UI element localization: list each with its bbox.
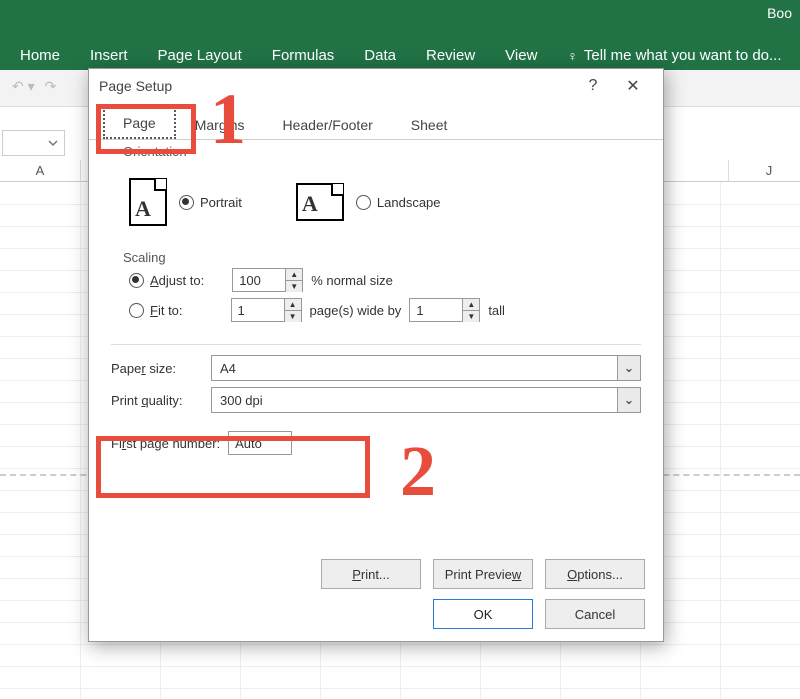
fit-tail-label: tall [488, 303, 505, 318]
first-page-label: First page number: [111, 436, 220, 451]
tab-insert[interactable]: Insert [90, 47, 128, 64]
chevron-down-icon[interactable]: ▼ [286, 281, 302, 292]
landscape-page-icon: A [296, 183, 344, 221]
options-button[interactable]: Options... [545, 559, 645, 589]
adjust-percent-input[interactable]: 100 ▲▼ [232, 268, 303, 292]
tab-header-footer[interactable]: Header/Footer [264, 110, 392, 139]
paper-size-label: Paper size: [111, 361, 203, 376]
fit-height-value: 1 [410, 303, 462, 318]
adjust-to-label: Adjust to: [150, 273, 204, 288]
tab-formulas[interactable]: Formulas [272, 47, 335, 64]
first-page-value: Auto [235, 436, 262, 451]
chevron-down-icon: ⌄ [617, 388, 640, 412]
dialog-titlebar: Page Setup ? ✕ [89, 69, 663, 103]
redo-icon[interactable]: ↷ [45, 78, 57, 95]
chevron-down-icon [48, 138, 58, 148]
fit-to-label: Fit to: [150, 303, 183, 318]
ribbon: Boo Home Insert Page Layout Formulas Dat… [0, 0, 800, 70]
tab-data[interactable]: Data [364, 47, 396, 64]
tab-home[interactable]: Home [20, 47, 60, 64]
col-j[interactable]: J [729, 160, 800, 182]
print-quality-value: 300 dpi [212, 393, 617, 408]
help-button[interactable]: ? [573, 77, 613, 95]
tell-me-search[interactable]: ♀ Tell me what you want to do... [567, 47, 781, 64]
tab-page-layout[interactable]: Page Layout [158, 47, 242, 64]
scaling-legend: Scaling [119, 250, 170, 265]
tab-sheet[interactable]: Sheet [392, 110, 467, 139]
scaling-group: Scaling Adjust to: 100 ▲▼ % normal size … [111, 256, 641, 334]
chevron-down-icon: ⌄ [617, 356, 640, 380]
adjust-percent-value: 100 [233, 273, 285, 288]
orientation-group: Orientation A Portrait A Landscape [111, 154, 641, 246]
landscape-radio[interactable]: Landscape [356, 195, 441, 210]
tab-review[interactable]: Review [426, 47, 475, 64]
portrait-radio[interactable]: Portrait [179, 195, 242, 210]
name-box[interactable] [2, 130, 65, 156]
undo-icon[interactable]: ↶ ▾ [12, 78, 35, 95]
cancel-button[interactable]: Cancel [545, 599, 645, 629]
close-button[interactable]: ✕ [613, 76, 653, 96]
chevron-down-icon[interactable]: ▼ [463, 311, 479, 322]
app-title: Boo [767, 5, 792, 21]
print-quality-label: Print quality: [111, 393, 203, 408]
portrait-page-icon: A [129, 178, 167, 226]
page-setup-dialog: Page Setup ? ✕ Page Margins Header/Foote… [88, 68, 664, 642]
adjust-suffix: % normal size [311, 273, 393, 288]
paper-size-value: A4 [212, 361, 617, 376]
fit-height-input[interactable]: 1 ▲▼ [409, 298, 480, 322]
portrait-label: Portrait [200, 195, 242, 210]
lightbulb-icon: ♀ [567, 48, 578, 64]
tab-margins[interactable]: Margins [176, 110, 264, 139]
chevron-up-icon[interactable]: ▲ [286, 269, 302, 281]
chevron-down-icon[interactable]: ▼ [285, 311, 301, 322]
print-button[interactable]: Print... [321, 559, 421, 589]
dialog-title: Page Setup [99, 78, 172, 94]
chevron-up-icon[interactable]: ▲ [463, 299, 479, 311]
tell-me-label: Tell me what you want to do... [584, 47, 782, 64]
dialog-tabs: Page Margins Header/Footer Sheet [89, 107, 663, 140]
chevron-up-icon[interactable]: ▲ [285, 299, 301, 311]
tab-page[interactable]: Page [103, 107, 176, 139]
first-page-input[interactable]: Auto [228, 431, 292, 455]
landscape-label: Landscape [377, 195, 441, 210]
col-a[interactable]: A [0, 160, 81, 182]
ribbon-tabs: Home Insert Page Layout Formulas Data Re… [20, 47, 800, 64]
fit-mid-label: page(s) wide by [310, 303, 402, 318]
dialog-content: Orientation A Portrait A Landscape Scali… [89, 140, 663, 471]
ok-button[interactable]: OK [433, 599, 533, 629]
fit-width-value: 1 [232, 303, 284, 318]
orientation-legend: Orientation [119, 144, 191, 159]
paper-size-select[interactable]: A4 ⌄ [211, 355, 641, 381]
fit-width-input[interactable]: 1 ▲▼ [231, 298, 302, 322]
adjust-to-radio[interactable]: Adjust to: [129, 273, 204, 288]
print-preview-button[interactable]: Print Preview [433, 559, 533, 589]
tab-view[interactable]: View [505, 47, 537, 64]
fit-to-radio[interactable]: Fit to: [129, 303, 183, 318]
print-quality-select[interactable]: 300 dpi ⌄ [211, 387, 641, 413]
